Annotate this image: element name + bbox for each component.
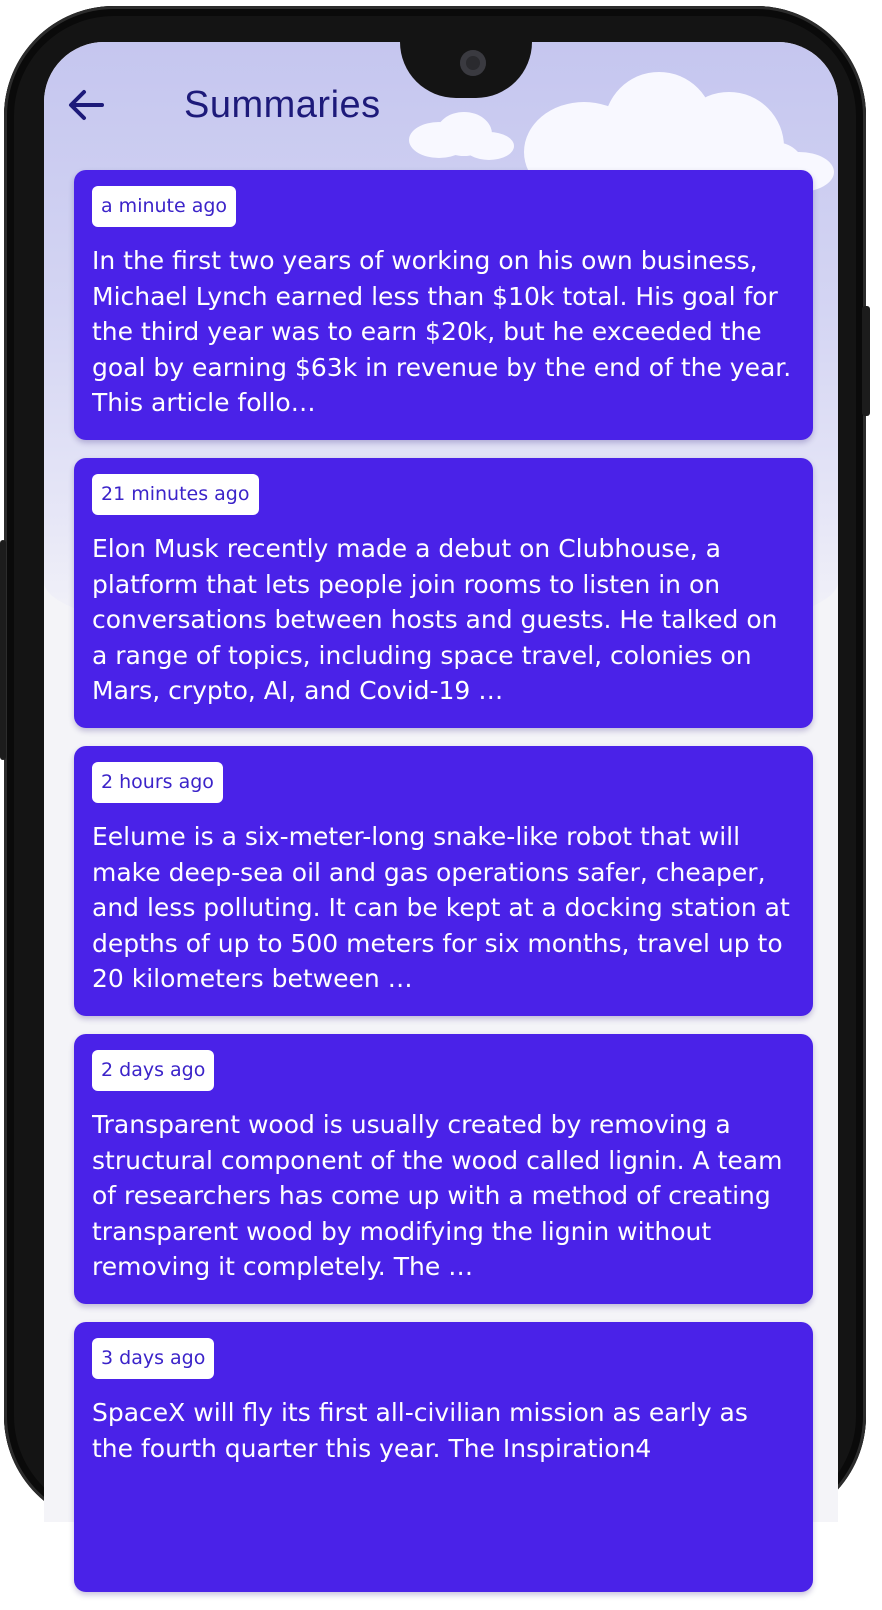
summary-list: a minute ago In the first two years of w… (74, 170, 813, 1610)
summary-text: Transparent wood is usually created by r… (92, 1110, 783, 1281)
summary-card[interactable]: a minute ago In the first two years of w… (74, 170, 813, 440)
summary-text: In the first two years of working on his… (92, 246, 792, 417)
time-badge: 2 days ago (92, 1050, 215, 1091)
time-badge: 3 days ago (92, 1338, 215, 1379)
time-badge: a minute ago (92, 186, 237, 227)
page-title: Summaries (184, 83, 381, 126)
arrow-left-icon[interactable] (66, 85, 110, 125)
time-badge: 2 hours ago (92, 762, 223, 803)
volume-button (0, 540, 6, 760)
summary-card[interactable]: 21 minutes ago Elon Musk recently made a… (74, 458, 813, 728)
summary-card[interactable]: 2 days ago Transparent wood is usually c… (74, 1034, 813, 1304)
summary-text: Eelume is a six-meter-long snake-like ro… (92, 822, 790, 993)
app-header: Summaries (66, 80, 381, 130)
front-camera (460, 50, 486, 76)
summary-card[interactable]: 2 hours ago Eelume is a six-meter-long s… (74, 746, 813, 1016)
summary-card[interactable]: 3 days ago SpaceX will fly its first all… (74, 1322, 813, 1592)
summary-text: SpaceX will fly its first all-civilian m… (92, 1398, 748, 1463)
side-button (862, 306, 870, 416)
summary-text: Elon Musk recently made a debut on Clubh… (92, 534, 778, 705)
time-badge: 21 minutes ago (92, 474, 259, 515)
